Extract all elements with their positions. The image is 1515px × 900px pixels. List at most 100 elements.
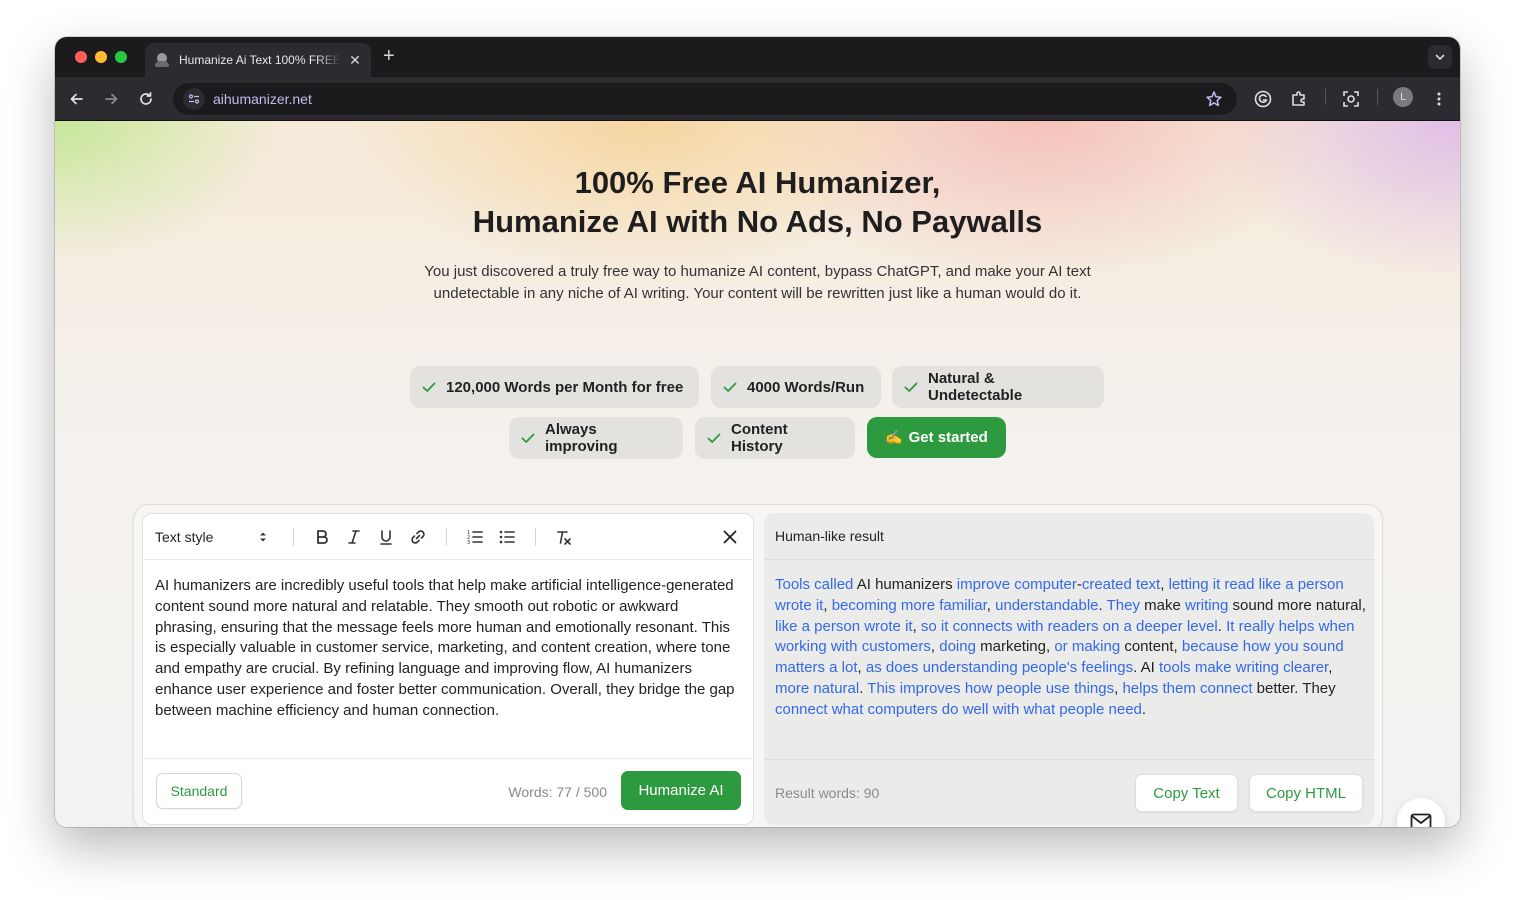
browser-tab[interactable]: Humanize Ai Text 100% FREE ✕ xyxy=(145,43,371,77)
close-window-button[interactable] xyxy=(75,51,87,63)
toolbar-divider xyxy=(1377,89,1378,105)
clear-format-button[interactable] xyxy=(553,526,575,548)
feature-label: Natural & Undetectable xyxy=(928,370,1023,404)
page-content: 100% Free AI Humanizer, Humanize AI with… xyxy=(55,121,1460,827)
result-header-divider xyxy=(764,559,1374,560)
ordered-list-icon: 123 xyxy=(467,530,483,545)
copy-html-button[interactable]: Copy HTML xyxy=(1249,774,1363,812)
headline-line-2: Humanize AI with No Ads, No Paywalls xyxy=(472,204,1043,239)
tab-title: Humanize Ai Text 100% FREE xyxy=(179,53,341,67)
toolbar-divider xyxy=(446,527,447,546)
copy-text-button[interactable]: Copy Text xyxy=(1135,774,1238,812)
feature-chip-undetectable: Natural & Undetectable xyxy=(892,366,1104,408)
feature-label: 4000 Words/Run xyxy=(747,378,865,396)
feature-label: 120,000 Words per Month for free xyxy=(446,378,684,396)
arrow-right-icon xyxy=(105,93,118,105)
minimize-window-button[interactable] xyxy=(95,51,107,63)
check-icon xyxy=(722,379,738,395)
rewritten-segment: helps them connect xyxy=(1122,679,1253,697)
text-style-select[interactable]: Text style xyxy=(155,529,267,545)
rewritten-segment: understandable xyxy=(995,596,1099,614)
result-footer-divider xyxy=(764,759,1374,760)
bold-button[interactable] xyxy=(311,526,333,548)
zoom-window-button[interactable] xyxy=(115,51,127,63)
browser-window: Humanize Ai Text 100% FREE ✕ + aihumaniz… xyxy=(55,37,1460,827)
reload-icon xyxy=(140,91,152,105)
check-icon xyxy=(421,379,437,395)
rewritten-segment: like a person wrote it xyxy=(775,617,913,635)
tab-search-button[interactable] xyxy=(1428,45,1452,69)
unchanged-segment: marketing, xyxy=(975,638,1055,656)
address-bar[interactable]: aihumanizer.net xyxy=(173,83,1237,115)
svg-text:3: 3 xyxy=(467,540,470,545)
site-info-icon[interactable] xyxy=(183,88,205,110)
extensions-puzzle-icon[interactable] xyxy=(1289,89,1309,109)
arrow-left-icon xyxy=(70,93,83,105)
close-icon xyxy=(723,530,737,544)
bookmark-star-icon[interactable] xyxy=(1205,90,1223,113)
forward-button[interactable] xyxy=(101,89,121,109)
unchanged-segment: better. They xyxy=(1252,679,1336,697)
feature-chip-words-per-month: 120,000 Words per Month for free xyxy=(410,366,699,408)
get-started-button[interactable]: ✍️ Get started xyxy=(867,417,1006,458)
editor-toolbar: Text style 1 2 3 xyxy=(143,514,753,560)
toolbar-divider xyxy=(1325,89,1326,105)
check-icon xyxy=(706,430,722,446)
tab-strip: Humanize Ai Text 100% FREE ✕ + xyxy=(55,37,1460,77)
new-tab-icon[interactable]: + xyxy=(383,45,395,68)
unchanged-segment: , xyxy=(930,638,940,656)
toolbar-divider xyxy=(293,527,294,546)
unchanged-segment: , xyxy=(1160,576,1169,593)
mail-icon xyxy=(1410,813,1432,827)
page-title: 100% Free AI Humanizer, Humanize AI with… xyxy=(55,163,1460,241)
rewritten-segment: so it connects with readers on a deeper … xyxy=(920,617,1218,635)
reload-button[interactable] xyxy=(136,89,156,109)
back-button[interactable] xyxy=(67,89,87,109)
rewritten-segment: This improves how people use things xyxy=(867,679,1115,697)
writing-hand-icon: ✍️ xyxy=(885,429,903,445)
rewritten-segment: They xyxy=(1106,596,1140,614)
rewritten-segment: created text xyxy=(1081,576,1161,593)
unchanged-segment: . xyxy=(1098,596,1107,614)
check-icon xyxy=(903,379,919,395)
input-textarea[interactable]: AI humanizers are incredibly useful tool… xyxy=(155,576,735,722)
more-menu-icon[interactable] xyxy=(1429,89,1449,109)
url-text: aihumanizer.net xyxy=(213,91,312,107)
browser-toolbar: aihumanizer.net xyxy=(55,77,1460,121)
result-word-count: Result words: 90 xyxy=(775,785,880,801)
rewritten-segment: improve computer xyxy=(956,576,1077,593)
link-button[interactable] xyxy=(407,526,429,548)
unchanged-segment: , xyxy=(912,617,921,635)
word-count: Words: 77 / 500 xyxy=(508,784,607,800)
clear-format-icon xyxy=(557,530,571,545)
input-footer: Standard Words: 77 / 500 Humanize AI xyxy=(143,758,753,824)
bullet-list-icon xyxy=(499,530,515,543)
italic-icon xyxy=(348,529,360,544)
ordered-list-button[interactable]: 123 xyxy=(464,526,486,548)
headline-line-1: 100% Free AI Humanizer, xyxy=(574,165,941,200)
bold-icon xyxy=(317,529,328,544)
feature-chip-always-improving: Always improving xyxy=(509,417,683,459)
clear-input-button[interactable] xyxy=(719,526,741,548)
link-icon xyxy=(411,529,425,544)
underline-icon xyxy=(380,529,392,545)
underline-button[interactable] xyxy=(375,526,397,548)
unchanged-segment: content, xyxy=(1120,638,1182,656)
humanize-button[interactable]: Humanize AI xyxy=(621,771,741,810)
bullet-list-button[interactable] xyxy=(496,526,518,548)
unchanged-segment: , xyxy=(857,659,866,677)
text-style-label: Text style xyxy=(155,528,214,545)
profile-avatar[interactable]: L xyxy=(1393,87,1413,107)
screenshot-extension-icon[interactable] xyxy=(1341,89,1361,109)
mode-standard-button[interactable]: Standard xyxy=(156,773,242,809)
feature-label: Content History xyxy=(731,421,788,455)
rewritten-segment: writing xyxy=(1184,596,1229,614)
unchanged-segment: . AI xyxy=(1133,659,1159,677)
feature-chip-words-per-run: 4000 Words/Run xyxy=(711,366,881,408)
page-subtitle: You just discovered a truly free way to … xyxy=(424,263,1091,302)
grammarly-extension-icon[interactable] xyxy=(1253,89,1273,109)
italic-button[interactable] xyxy=(343,526,365,548)
check-icon xyxy=(520,430,536,446)
contact-mail-button[interactable] xyxy=(1397,798,1445,827)
tab-close-icon[interactable]: ✕ xyxy=(347,52,363,69)
